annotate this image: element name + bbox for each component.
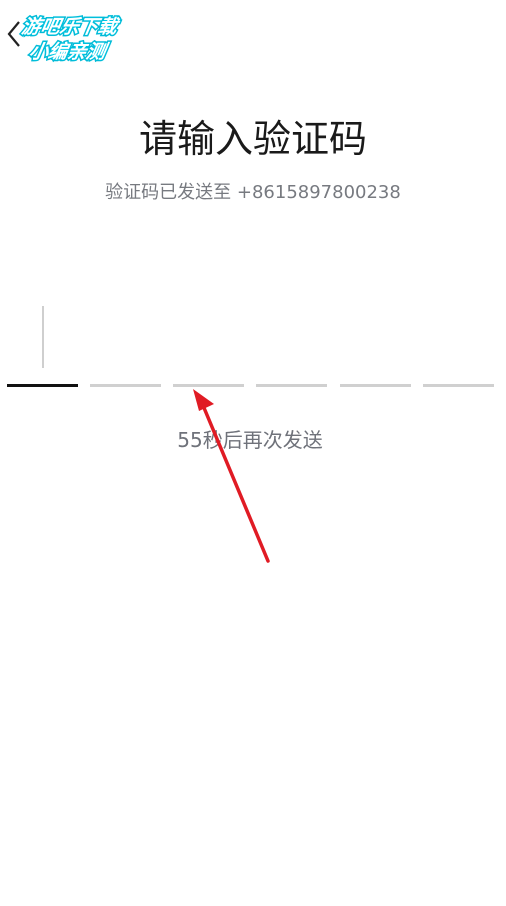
- watermark-logo: 游吧乐下载 小编亲测: [15, 10, 155, 65]
- code-slot-1[interactable]: [7, 384, 78, 387]
- code-slot-4[interactable]: [256, 384, 327, 387]
- code-slot-6[interactable]: [423, 384, 494, 387]
- page-title: 请输入验证码: [138, 117, 367, 161]
- phone-sent-subtitle: 验证码已发送至 +8615897800238: [105, 182, 401, 203]
- watermark-line1: 游吧乐下载: [18, 15, 120, 40]
- watermark-line2: 小编亲测: [26, 40, 109, 65]
- code-slot-3[interactable]: [173, 384, 244, 387]
- input-cursor: [42, 306, 44, 368]
- verification-page: 游吧乐下载 小编亲测 请输入验证码 验证码已发送至 +8615897800238…: [0, 0, 506, 906]
- verification-code-input[interactable]: [7, 384, 495, 390]
- code-slot-2[interactable]: [90, 384, 161, 387]
- resend-countdown: 55秒后再次发送: [177, 428, 323, 452]
- code-slot-5[interactable]: [340, 384, 411, 387]
